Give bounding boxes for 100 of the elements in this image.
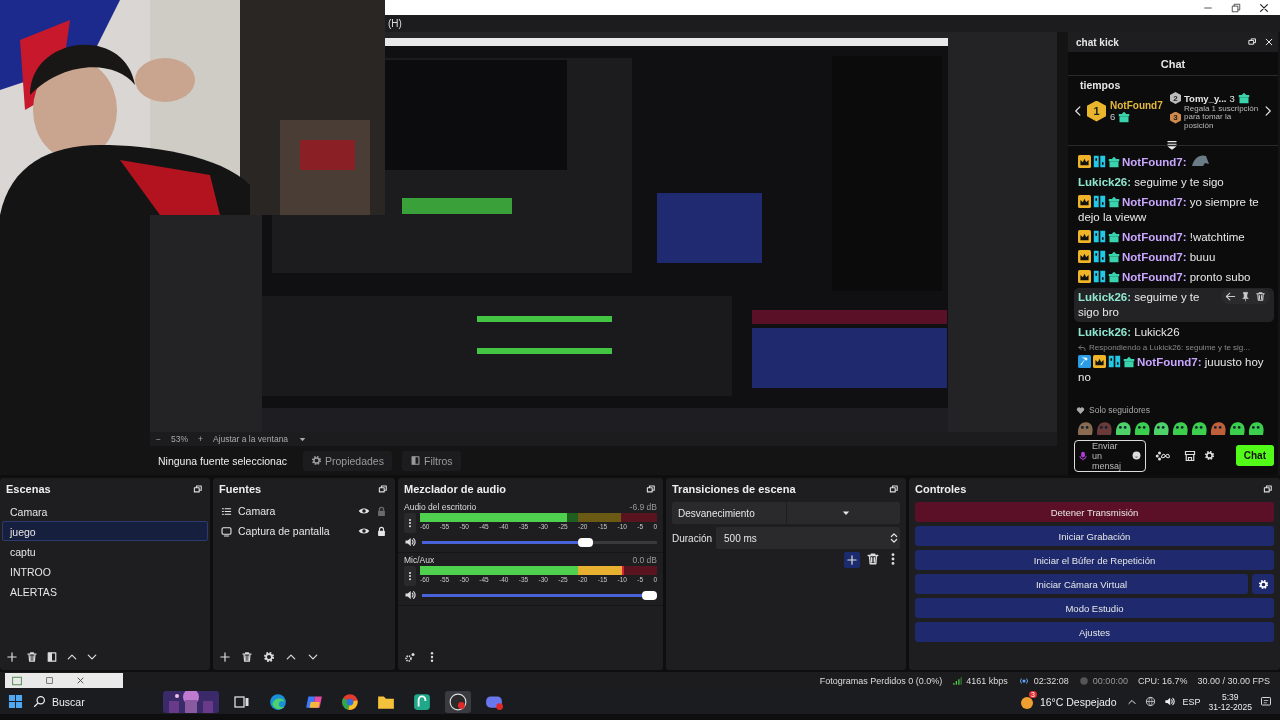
frame-rate: 30.00 / 30.00 FPS (1197, 675, 1270, 686)
emote-icon[interactable] (1114, 419, 1131, 437)
tag-icon (1093, 230, 1106, 243)
speaker-icon[interactable] (404, 589, 416, 601)
channel-menu-button[interactable] (404, 513, 416, 533)
panel-title: Fuentes (219, 483, 262, 495)
control-button[interactable]: Ajustes (915, 622, 1274, 642)
chat-message: NotFound7: buuu (1074, 248, 1274, 267)
close-icon[interactable] (1264, 37, 1274, 47)
notification-icon[interactable] (1260, 695, 1272, 708)
stream-time: 02:32:08 (1033, 675, 1069, 686)
trash-icon[interactable] (241, 651, 253, 663)
float-icon[interactable] (889, 483, 900, 495)
lock-icon[interactable] (376, 525, 387, 537)
menu-item[interactable]: (H) (388, 18, 402, 29)
browser-icon[interactable] (269, 692, 287, 711)
collapse-icon[interactable] (1166, 140, 1178, 150)
dock-title: chat kick (1076, 36, 1119, 48)
leader-name: NotFound7 (1110, 99, 1163, 111)
clock[interactable]: 5:39 31-12-2025 (1208, 691, 1252, 712)
control-button[interactable]: Detener Transmisión (915, 502, 1274, 522)
store-icon[interactable] (1184, 449, 1196, 462)
crown-icon (1078, 250, 1091, 263)
scene-item[interactable]: Camara (2, 501, 208, 521)
search-icon (33, 695, 46, 708)
control-button[interactable]: Iniciar Cámara Virtual (915, 574, 1248, 594)
emote-icon[interactable] (1133, 419, 1150, 437)
task-view-icon[interactable] (234, 693, 250, 710)
scene-item[interactable]: captu (2, 541, 208, 561)
crown-icon (1078, 155, 1091, 168)
channel-menu-button[interactable] (404, 566, 416, 586)
duration-field[interactable]: 500 ms (716, 527, 900, 549)
speaker-icon[interactable] (404, 536, 416, 548)
scene-item[interactable]: INTROO (2, 561, 208, 581)
minimized-window[interactable] (5, 673, 123, 688)
settings-button[interactable] (1252, 574, 1274, 594)
transition-dropdown[interactable]: Desvanecimiento (672, 502, 900, 524)
search-field[interactable]: Buscar (52, 695, 142, 708)
emote-icon[interactable] (1190, 419, 1207, 437)
record-time: 00:00:00 (1092, 675, 1128, 686)
settings-icon[interactable] (1204, 450, 1215, 461)
app-icon[interactable] (413, 692, 431, 711)
source-item[interactable]: Camara (238, 505, 352, 517)
scene-item[interactable]: juego (2, 521, 208, 541)
chat-message: NotFound7: yo siempre te dejo la vieww (1077, 194, 1260, 225)
fit-to-window-dropdown[interactable]: Ajustar a la ventana (212, 434, 289, 444)
panel-title: Transiciones de escena (672, 483, 796, 495)
reply-context: Respondiendo a Lukick26: seguime y te sig... (1089, 343, 1250, 352)
cpu-usage: CPU: 16.7% (1137, 675, 1188, 686)
reply-icon (1078, 343, 1086, 352)
message-field[interactable]: Enviar un mensaj (1074, 439, 1146, 472)
add-button[interactable] (844, 552, 860, 568)
chat-message: NotFound7: pronto subo (1074, 268, 1274, 287)
trash-icon[interactable] (866, 552, 880, 566)
emote-icon[interactable] (1228, 419, 1245, 437)
filter-icon[interactable] (46, 651, 58, 663)
zoom-level: 53% (170, 434, 188, 444)
scene-item[interactable]: ALERTAS (2, 581, 208, 601)
source-item[interactable]: Captura de pantalla (238, 525, 352, 537)
zoom-out-button[interactable]: − (156, 434, 161, 444)
zoom-in-button[interactable]: + (198, 434, 203, 444)
record-app-icon[interactable] (449, 692, 467, 711)
start-icon[interactable] (8, 694, 23, 709)
emote-icon[interactable] (1152, 419, 1169, 437)
browser-icon[interactable] (341, 692, 359, 711)
filters-button[interactable]: Filtros (401, 450, 461, 471)
volume-slider[interactable] (422, 537, 657, 547)
emote-icon[interactable] (1171, 419, 1188, 437)
microphone-icon[interactable] (1078, 449, 1088, 462)
trash-icon[interactable] (1255, 291, 1266, 302)
trash-icon[interactable] (26, 651, 38, 663)
tag-icon (1108, 355, 1121, 368)
add-icon[interactable] (219, 651, 231, 663)
control-button[interactable]: Modo Estudio (915, 598, 1274, 618)
properties-button[interactable]: Propiedades (303, 450, 392, 471)
volume-slider[interactable] (422, 590, 657, 600)
control-button[interactable]: Iniciar el Búfer de Repetición (915, 550, 1274, 570)
mixer-settings-icon[interactable] (404, 651, 416, 663)
float-icon[interactable] (1263, 483, 1274, 495)
emote-icon[interactable] (1209, 419, 1226, 437)
volume-reading: 0.0 dB (632, 555, 657, 565)
emote-icon[interactable] (1247, 419, 1264, 437)
settings-icon[interactable] (263, 651, 275, 663)
send-button[interactable]: Chat (1235, 445, 1274, 466)
reply-icon[interactable] (1225, 291, 1236, 302)
add-icon[interactable] (6, 651, 18, 663)
language-indicator[interactable]: ESP (1182, 696, 1201, 707)
float-icon[interactable] (646, 483, 657, 495)
float-icon[interactable] (193, 483, 204, 495)
pin-icon[interactable] (1240, 291, 1251, 302)
network-icon[interactable] (1144, 696, 1156, 707)
panel-title: Mezclador de audio (404, 483, 507, 495)
restore-icon[interactable] (1230, 1, 1242, 14)
control-button[interactable]: Iniciar Grabación (915, 526, 1274, 546)
float-icon[interactable] (378, 483, 389, 495)
float-icon[interactable] (1248, 37, 1258, 47)
speaker-icon[interactable] (1163, 696, 1175, 707)
gift-icon (1108, 231, 1120, 243)
close-icon[interactable] (1258, 1, 1270, 14)
smiley-icon[interactable] (1132, 451, 1141, 460)
